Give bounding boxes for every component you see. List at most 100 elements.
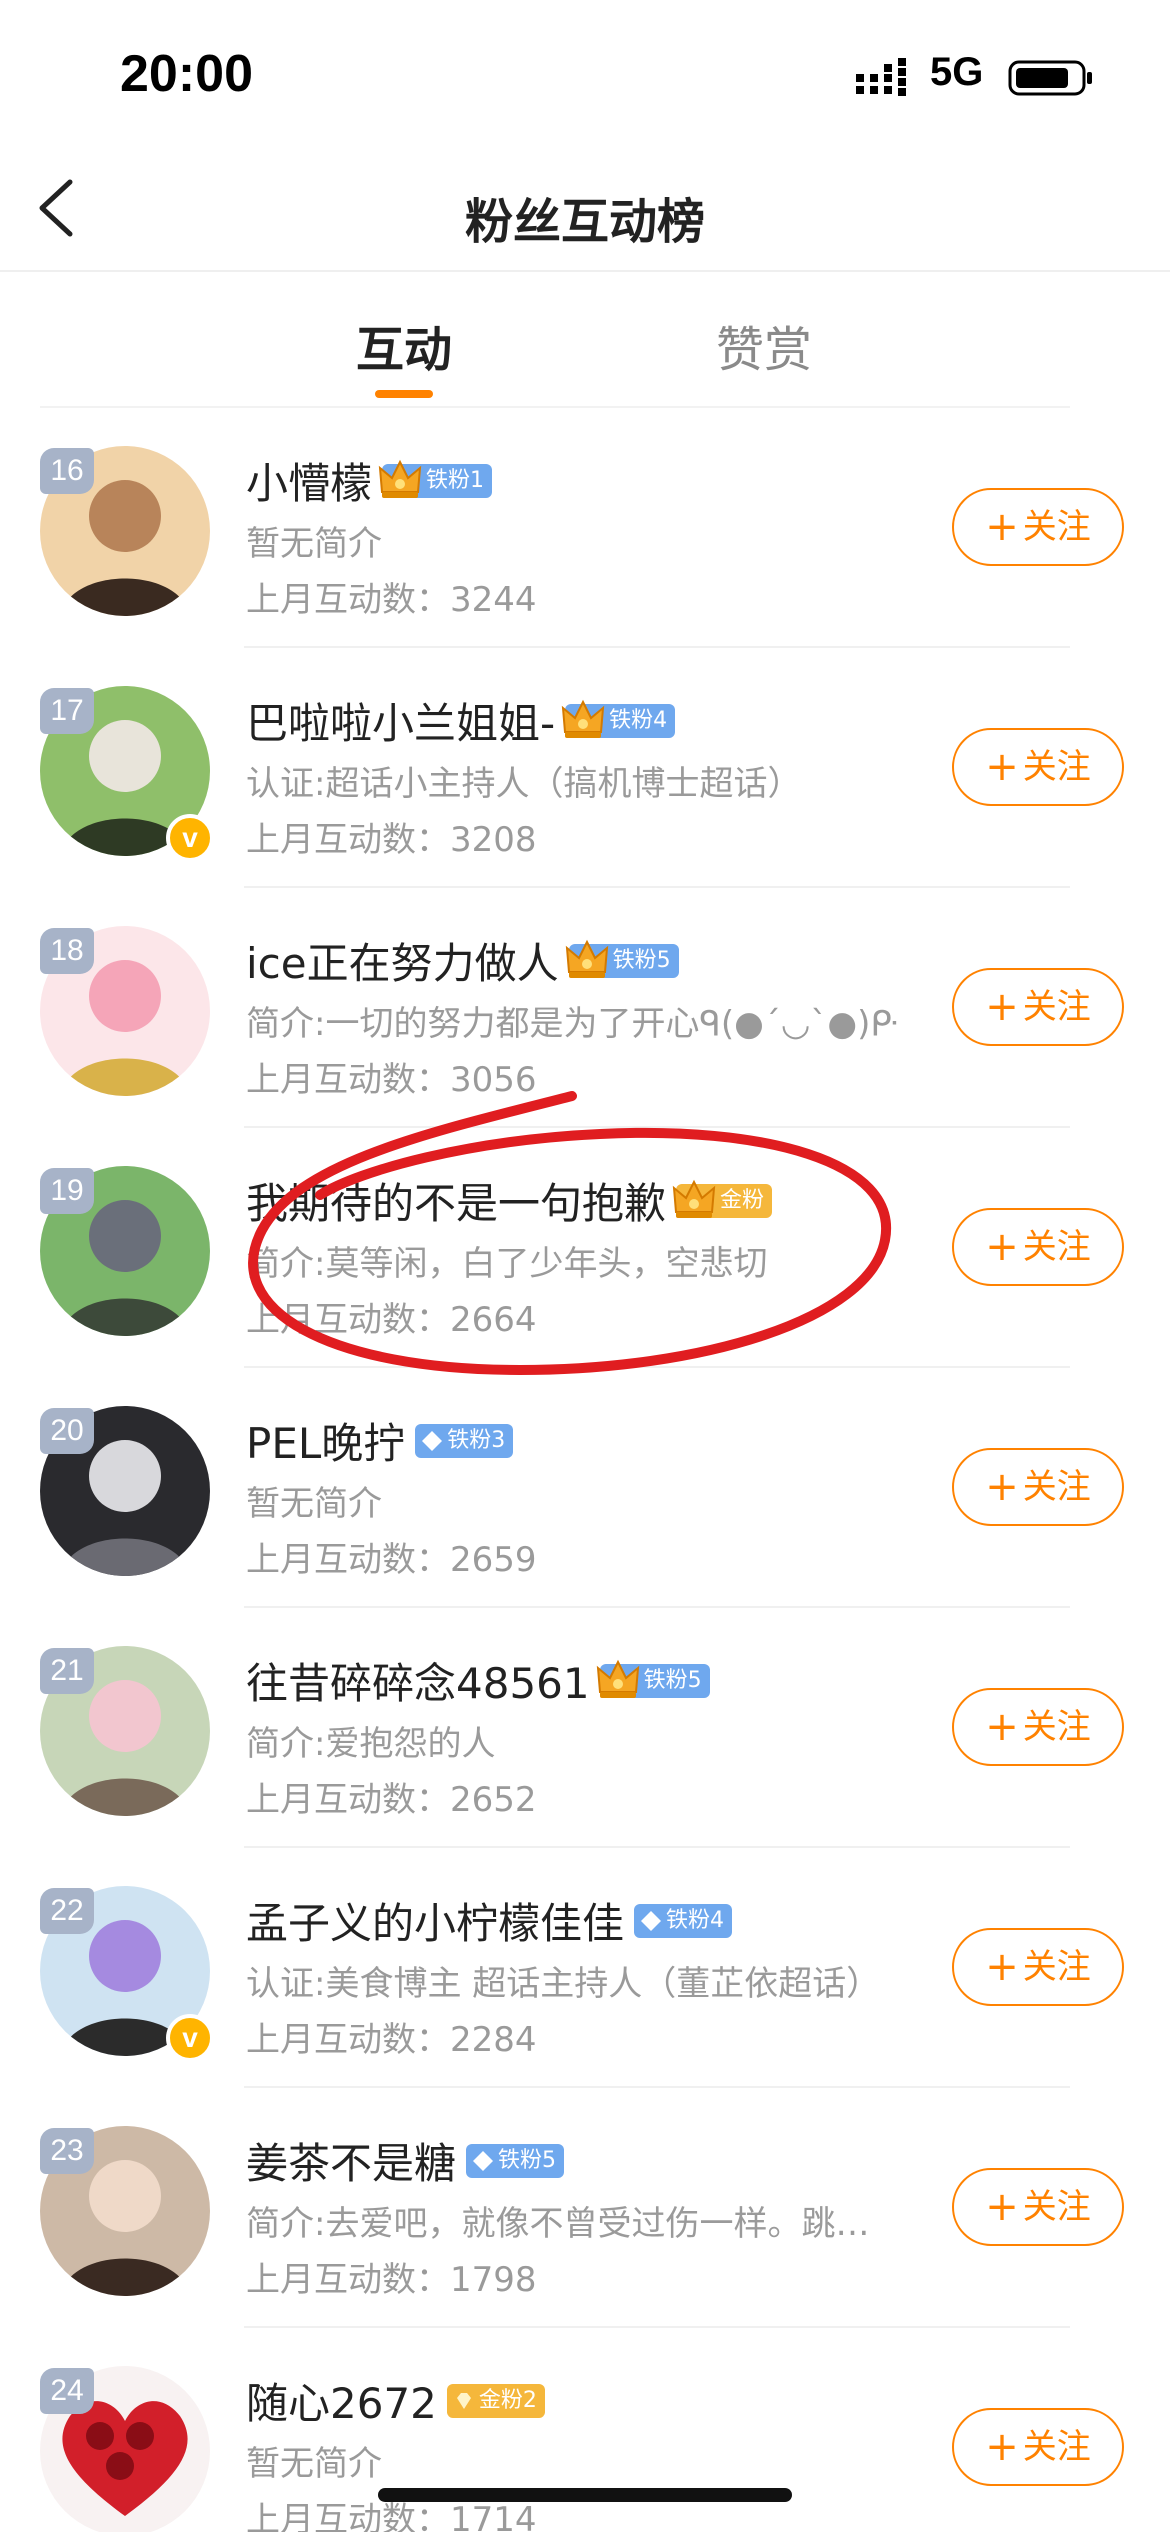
fan-bio: 简介:一切的努力都是为了开心ᑫ(●´◡`●)ᑷ — [246, 1004, 899, 1044]
follow-button[interactable]: + 关注 — [952, 1208, 1124, 1286]
follow-button[interactable]: + 关注 — [952, 1688, 1124, 1766]
fan-name[interactable]: 随心2672 — [246, 2379, 437, 2428]
follow-button[interactable]: + 关注 — [952, 2168, 1124, 2246]
follow-label: 关注 — [1022, 507, 1091, 547]
diamond-icon — [422, 1430, 443, 1451]
interaction-count: 上月互动数：2659 — [246, 1540, 537, 1580]
app-screen: 20:00 5G 粉丝互动榜 互动 赞赏 16 小懵檬 铁粉1 暂无简介 上月互… — [0, 0, 1170, 2532]
fan-level-badge: 铁粉5 — [466, 2143, 565, 2178]
rank-badge: 23 — [40, 2128, 94, 2174]
plus-icon: + — [985, 504, 1019, 550]
home-indicator — [378, 2488, 792, 2502]
fan-bio: 认证:美食博主 超话主持人（董芷依超话） — [246, 1964, 881, 2004]
fan-list: 16 小懵檬 铁粉1 暂无简介 上月互动数：3244 + 关注 17 v 巴啦啦小兰姐姐- 铁粉4 认… — [0, 408, 1170, 2532]
fan-bio: 暂无简介 — [246, 1484, 382, 1524]
fan-bio: 简介:去爱吧，就像不曾受过伤一样。跳… — [246, 2204, 870, 2244]
plus-icon: + — [985, 1704, 1019, 1750]
interaction-count: 上月互动数：2664 — [246, 1300, 537, 1340]
name-line: 孟子义的小柠檬佳佳 铁粉4 — [246, 1890, 733, 1950]
fan-name[interactable]: 姜茶不是糖 — [246, 2139, 456, 2188]
fan-level-label: 金粉 — [720, 1187, 765, 1213]
fan-level-badge: 金粉 — [672, 1179, 773, 1218]
follow-button[interactable]: + 关注 — [952, 728, 1124, 806]
follow-label: 关注 — [1022, 987, 1091, 1027]
rank-badge: 24 — [40, 2368, 94, 2414]
name-line: 往昔碎碎念48561 铁粉5 — [246, 1650, 710, 1710]
fan-row[interactable]: 20 PEL晚拧 铁粉3 暂无简介上月互动数：2659 + 关注 — [0, 1368, 1170, 1608]
plus-icon: + — [985, 2184, 1019, 2230]
fan-row[interactable]: 22 v 孟子义的小柠檬佳佳 铁粉4 认证:美食博主 超话主持人（董芷依超话） 上月互动数… — [0, 1848, 1170, 2088]
fan-name[interactable]: 孟子义的小柠檬佳佳 — [246, 1899, 624, 1948]
fan-level-badge: 铁粉1 — [378, 459, 493, 498]
follow-button[interactable]: + 关注 — [952, 2408, 1124, 2486]
battery-icon — [1008, 60, 1092, 96]
follow-button[interactable]: + 关注 — [952, 488, 1124, 566]
fan-level-label: 金粉2 — [478, 2387, 537, 2413]
plus-icon: + — [985, 2424, 1019, 2470]
fan-level-label: 铁粉5 — [498, 2147, 557, 2173]
fan-level-label: 铁粉5 — [612, 947, 671, 973]
network-label: 5G — [930, 50, 984, 94]
tab-interaction[interactable]: 互动 — [356, 310, 452, 380]
interaction-count: 上月互动数：3244 — [246, 580, 537, 620]
fan-name[interactable]: 往昔碎碎念48561 — [246, 1659, 590, 1708]
active-tab-indicator — [375, 390, 433, 398]
fan-name[interactable]: 巴啦啦小兰姐姐- — [246, 699, 555, 748]
fan-level-label: 铁粉3 — [447, 1427, 506, 1453]
interaction-count: 上月互动数：3208 — [246, 820, 537, 860]
fan-name[interactable]: PEL晚拧 — [246, 1419, 405, 1468]
fan-level-label: 铁粉4 — [609, 707, 668, 733]
follow-label: 关注 — [1022, 747, 1091, 787]
rank-badge: 19 — [40, 1168, 94, 1214]
fan-name[interactable]: 小懵檬 — [246, 459, 372, 508]
fan-row[interactable]: 19 我期待的不是一句抱歉 金粉简介:莫等闲，白了少年头，空悲切 上月互动数：2664… — [0, 1128, 1170, 1368]
crown-icon — [672, 1179, 716, 1218]
signal-icon — [856, 58, 906, 96]
crown-icon — [378, 459, 422, 498]
fan-name[interactable]: 我期待的不是一句抱歉 — [246, 1179, 666, 1228]
plus-icon: + — [985, 1464, 1019, 1510]
follow-button[interactable]: + 关注 — [952, 1448, 1124, 1526]
follow-label: 关注 — [1022, 2427, 1091, 2467]
status-bar: 20:00 5G — [0, 0, 1170, 150]
interaction-count: 上月互动数：3056 — [246, 1060, 537, 1100]
follow-button[interactable]: + 关注 — [952, 1928, 1124, 2006]
verified-icon: v — [166, 2014, 214, 2062]
tab-reward[interactable]: 赞赏 — [716, 310, 812, 380]
plus-icon: + — [985, 744, 1019, 790]
name-line: ice正在努力做人 铁粉5 — [246, 930, 679, 990]
rank-badge: 17 — [40, 688, 94, 734]
crown-icon — [565, 939, 608, 978]
fan-level-label: 铁粉1 — [426, 467, 485, 493]
rank-badge: 18 — [40, 928, 94, 974]
gem-icon — [456, 2392, 471, 2409]
name-line: 随心2672 金粉2 — [246, 2370, 545, 2430]
fan-name[interactable]: ice正在努力做人 — [246, 939, 559, 988]
fan-row[interactable]: 17 v 巴啦啦小兰姐姐- 铁粉4 认证:超话小主持人（搞机博士超话） 上月互动数：320… — [0, 648, 1170, 888]
rank-badge: 20 — [40, 1408, 94, 1454]
fan-level-badge: 铁粉5 — [596, 1659, 710, 1698]
follow-label: 关注 — [1022, 1707, 1091, 1747]
fan-row[interactable]: 18 ice正在努力做人 铁粉5 简介:一切的努力都是为了开心ᑫ(●´◡`●)ᑷ 上月互… — [0, 888, 1170, 1128]
name-line: 我期待的不是一句抱歉 金粉 — [246, 1170, 773, 1230]
follow-label: 关注 — [1022, 1467, 1091, 1507]
fan-row[interactable]: 23 姜茶不是糖 铁粉5 简介:去爱吧，就像不曾受过伤一样。跳… 上月互动数：1798 +… — [0, 2088, 1170, 2328]
verified-icon: v — [166, 814, 214, 862]
name-line: 小懵檬 铁粉1 — [246, 450, 493, 510]
fan-level-badge: 铁粉3 — [415, 1423, 514, 1458]
diamond-icon — [641, 1910, 662, 1931]
fan-bio: 暂无简介 — [246, 2444, 382, 2484]
fan-level-badge: 铁粉5 — [565, 939, 679, 978]
fan-bio: 简介:莫等闲，白了少年头，空悲切 — [246, 1244, 768, 1284]
fan-bio: 暂无简介 — [246, 524, 382, 564]
fan-level-badge: 铁粉4 — [634, 1903, 733, 1938]
tab-bar: 互动 赞赏 — [0, 272, 1170, 408]
fan-row[interactable]: 16 小懵檬 铁粉1 暂无简介 上月互动数：3244 + 关注 — [0, 408, 1170, 648]
interaction-count: 上月互动数：2284 — [246, 2020, 537, 2060]
status-time: 20:00 — [120, 45, 253, 103]
fan-row[interactable]: 21 往昔碎碎念48561 铁粉5 简介:爱抱怨的人 上月互动数：2652 + 关注 — [0, 1608, 1170, 1848]
follow-button[interactable]: + 关注 — [952, 968, 1124, 1046]
fan-level-badge: 金粉2 — [446, 2383, 545, 2418]
interaction-count: 上月互动数：2652 — [246, 1780, 537, 1820]
page-title: 粉丝互动榜 — [464, 194, 705, 250]
